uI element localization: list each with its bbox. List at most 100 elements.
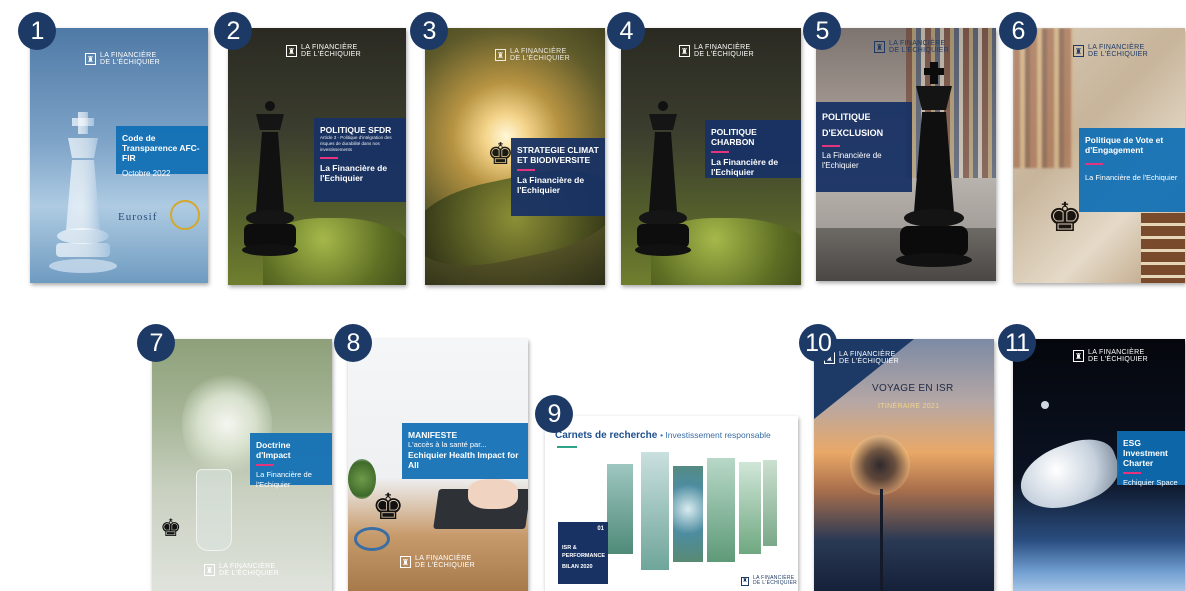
cover-subtitle: La Financière de l'Echiquier — [1085, 173, 1178, 182]
cover-title: Doctrine d'Impact — [256, 440, 291, 460]
cover-subtitle: La Financière de l'Echiquier — [711, 157, 779, 177]
logo-line2: DE L'ÉCHIQUIER — [1088, 356, 1148, 363]
logo-line1: LA FINANCIÈRE — [694, 44, 751, 51]
hands-icon — [468, 479, 518, 509]
chess-logo-icon: ♜ — [1073, 350, 1084, 362]
cover-title: MANIFESTE — [408, 430, 458, 440]
cover-tag: • Investissement responsable — [660, 430, 771, 440]
label-seal-icon — [170, 200, 200, 230]
cover-logo: ♜ LA FINANCIÈREDE L'ÉCHIQUIER — [741, 576, 797, 586]
cover-6[interactable]: ♜ LA FINANCIÈRE DE L'ÉCHIQUIER ♚ Politiqu… — [1013, 28, 1185, 283]
logo-line1: LA FINANCIÈRE — [100, 52, 157, 59]
cover-title: STRATEGIE CLIMAT ET BIODIVERSITE — [517, 145, 599, 165]
cover-title-box: Doctrine d'Impact La Financière de l'Ech… — [250, 433, 332, 489]
badge-5: 5 — [803, 12, 841, 50]
glass-vase-icon — [196, 469, 232, 551]
logo-line1: LA FINANCIÈRE — [219, 563, 276, 570]
glass-king-icon — [48, 108, 118, 278]
cover-title-box: Code de Transparence AFC-FIR Octobre 202… — [116, 126, 208, 178]
cover-7[interactable]: ♚ Doctrine d'Impact La Financière de l'E… — [152, 339, 332, 591]
accent-rule — [557, 446, 577, 448]
cover-subtitle: La Financière de l'Echiquier — [256, 470, 312, 489]
badge-6: 6 — [999, 12, 1037, 50]
cover-11[interactable]: ♜ LA FINANCIÈRE DE L'ÉCHIQUIER ESG Invest… — [1013, 339, 1185, 591]
badge-8: 8 — [334, 324, 372, 362]
badge-3: 3 — [410, 12, 448, 50]
logo-line1: LA FINANCIÈRE — [1088, 349, 1145, 356]
cover-subtitle: La Financière de l'Echiquier — [822, 151, 882, 170]
logo-line1: LA FINANCIÈRE — [415, 555, 472, 562]
chess-logo-icon: ♜ — [85, 53, 96, 65]
logo-line2: DE L'ÉCHIQUIER — [1088, 51, 1148, 58]
cover-2[interactable]: ♜ LA FINANCIÈRE DE L'ÉCHIQUIER POLITIQUE … — [228, 28, 406, 285]
cover-title: Carnets de recherche — [555, 430, 658, 441]
cover-1[interactable]: ♜ LA FINANCIÈRE DE L'ÉCHIQUIER Code de Tr… — [30, 28, 208, 283]
cover-3[interactable]: ♜ LA FINANCIÈRE DE L'ÉCHIQUIER ♚ STRATEGI… — [425, 28, 605, 285]
cover-logo: ♜ LA FINANCIÈREDE L'ÉCHIQUIER — [400, 555, 475, 569]
logo-line2: DE L'ÉCHIQUIER — [415, 562, 475, 569]
cover-logo: ♜ LA FINANCIÈREDE L'ÉCHIQUIER — [495, 48, 570, 62]
accent-rule — [1085, 163, 1103, 165]
cover-logo: ♜ LA FINANCIÈREDE L'ÉCHIQUIER — [1073, 349, 1148, 363]
cover-logo: ♜ LA FINANCIÈREDE L'ÉCHIQUIER — [204, 563, 279, 577]
accent-rule — [822, 145, 840, 147]
cover-8[interactable]: ♚ MANIFESTE L'accès à la santé par... Ec… — [348, 339, 528, 591]
chess-logo-icon: ♜ — [679, 45, 690, 57]
chess-logo-icon: ♜ — [741, 576, 749, 586]
cover-logo: ♜ LA FINANCIÈREDE L'ÉCHIQUIER — [85, 52, 160, 66]
black-king-icon: ♚ — [372, 486, 405, 527]
chess-logo-icon: ♜ — [204, 564, 215, 576]
earth-collage-icon — [607, 452, 777, 570]
cover-description: Article 3 - Politique d'intégration des … — [320, 135, 392, 152]
chess-logo-icon: ♜ — [495, 49, 506, 61]
plant-icon — [348, 459, 376, 499]
cover-title-box: STRATEGIE CLIMAT ET BIODIVERSITE La Fina… — [511, 138, 605, 216]
chess-logo-icon: ♜ — [874, 41, 885, 53]
cover-title-box: 01 ISR & PERFORMANCE BILAN 2020 — [558, 522, 608, 584]
stethoscope-icon — [354, 527, 390, 551]
cover-4[interactable]: ♜ LA FINANCIÈRE DE L'ÉCHIQUIER POLITIQUE … — [621, 28, 801, 285]
logo-line1: LA FINANCIÈRE — [839, 351, 896, 358]
small-king-icon: ♚ — [160, 515, 182, 542]
accent-rule — [517, 169, 535, 171]
cover-title: ESG Investment Charter — [1123, 438, 1168, 468]
cover-logo: ♜ LA FINANCIÈREDE L'ÉCHIQUIER — [1073, 44, 1148, 58]
logo-line2: DE L'ÉCHIQUIER — [100, 59, 160, 66]
cover-logo: ♜ LA FINANCIÈREDE L'ÉCHIQUIER — [824, 351, 899, 365]
logo-line2: DE L'ÉCHIQUIER — [301, 51, 361, 58]
cover-title: Code de Transparence AFC-FIR — [122, 133, 200, 163]
badge-9: 9 — [535, 395, 573, 433]
cover-5[interactable]: ♜ LA FINANCIÈRE DE L'ÉCHIQUIER POLITIQUE … — [816, 28, 996, 281]
logo-line2: DE L'ÉCHIQUIER — [219, 570, 279, 577]
box-subtitle: BILAN 2020 — [562, 564, 593, 570]
cover-logo: ♜ LA FINANCIÈREDE L'ÉCHIQUIER — [679, 44, 754, 58]
accent-rule — [320, 157, 338, 159]
cover-subtitle: Echiquier Space — [1123, 478, 1178, 487]
cover-title: POLITIQUE D'EXCLUSION — [822, 112, 884, 138]
cover-9[interactable]: Carnets de recherche • Investissement re… — [545, 416, 798, 591]
badge-7: 7 — [137, 324, 175, 362]
logo-line2: DE L'ÉCHIQUIER — [839, 358, 899, 365]
moon-icon — [1041, 401, 1049, 409]
cover-title: POLITIQUE SFDR — [320, 125, 392, 135]
spacecraft-icon — [1013, 429, 1127, 521]
cover-title-box: POLITIQUE SFDR Article 3 - Politique d'i… — [314, 118, 406, 202]
cover-title-box: ESG Investment Charter Echiquier Space — [1117, 431, 1185, 487]
badge-2: 2 — [214, 12, 252, 50]
brand-label: Eurosif — [118, 211, 158, 223]
cover-subtitle: Echiquier Health Impact for All — [408, 450, 519, 470]
dandelion-stem-icon — [880, 489, 883, 591]
issue-number: 01 — [597, 526, 604, 532]
cover-subtitle: La Financière de l'Echiquier — [320, 163, 388, 183]
cover-10[interactable]: ♜ LA FINANCIÈREDE L'ÉCHIQUIER VOYAGE EN … — [814, 339, 994, 591]
cover-logo: ♜ LA FINANCIÈREDE L'ÉCHIQUIER — [286, 44, 361, 58]
cover-heading: Carnets de recherche • Investissement re… — [555, 430, 771, 441]
accent-rule — [256, 464, 274, 466]
chess-logo-icon: ♜ — [400, 556, 411, 568]
cover-title-box: MANIFESTE L'accès à la santé par... Echi… — [402, 423, 528, 479]
cover-logo: ♜ LA FINANCIÈREDE L'ÉCHIQUIER — [874, 40, 949, 54]
logo-line1: LA FINANCIÈRE — [889, 40, 946, 47]
black-queen-icon — [240, 98, 300, 283]
black-queen-icon — [633, 98, 693, 283]
cover-title-box: POLITIQUE D'EXCLUSION La Financière de l… — [816, 102, 912, 192]
